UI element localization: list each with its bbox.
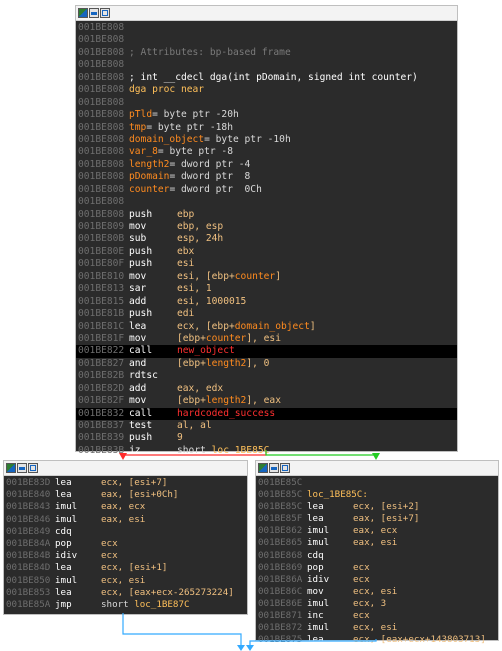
- edge-jump-left[interactable]: [122, 613, 242, 645]
- edge-false[interactable]: [265, 450, 377, 456]
- edge-fall-right[interactable]: [249, 639, 377, 645]
- edge-true[interactable]: [122, 450, 267, 456]
- edge-fall-right-arrow: [246, 645, 254, 651]
- edge-false-arrow: [372, 453, 380, 460]
- graph-edges: [119, 450, 380, 651]
- edge-jump-left-arrow: [237, 645, 245, 651]
- edge-true-arrow: [119, 453, 127, 460]
